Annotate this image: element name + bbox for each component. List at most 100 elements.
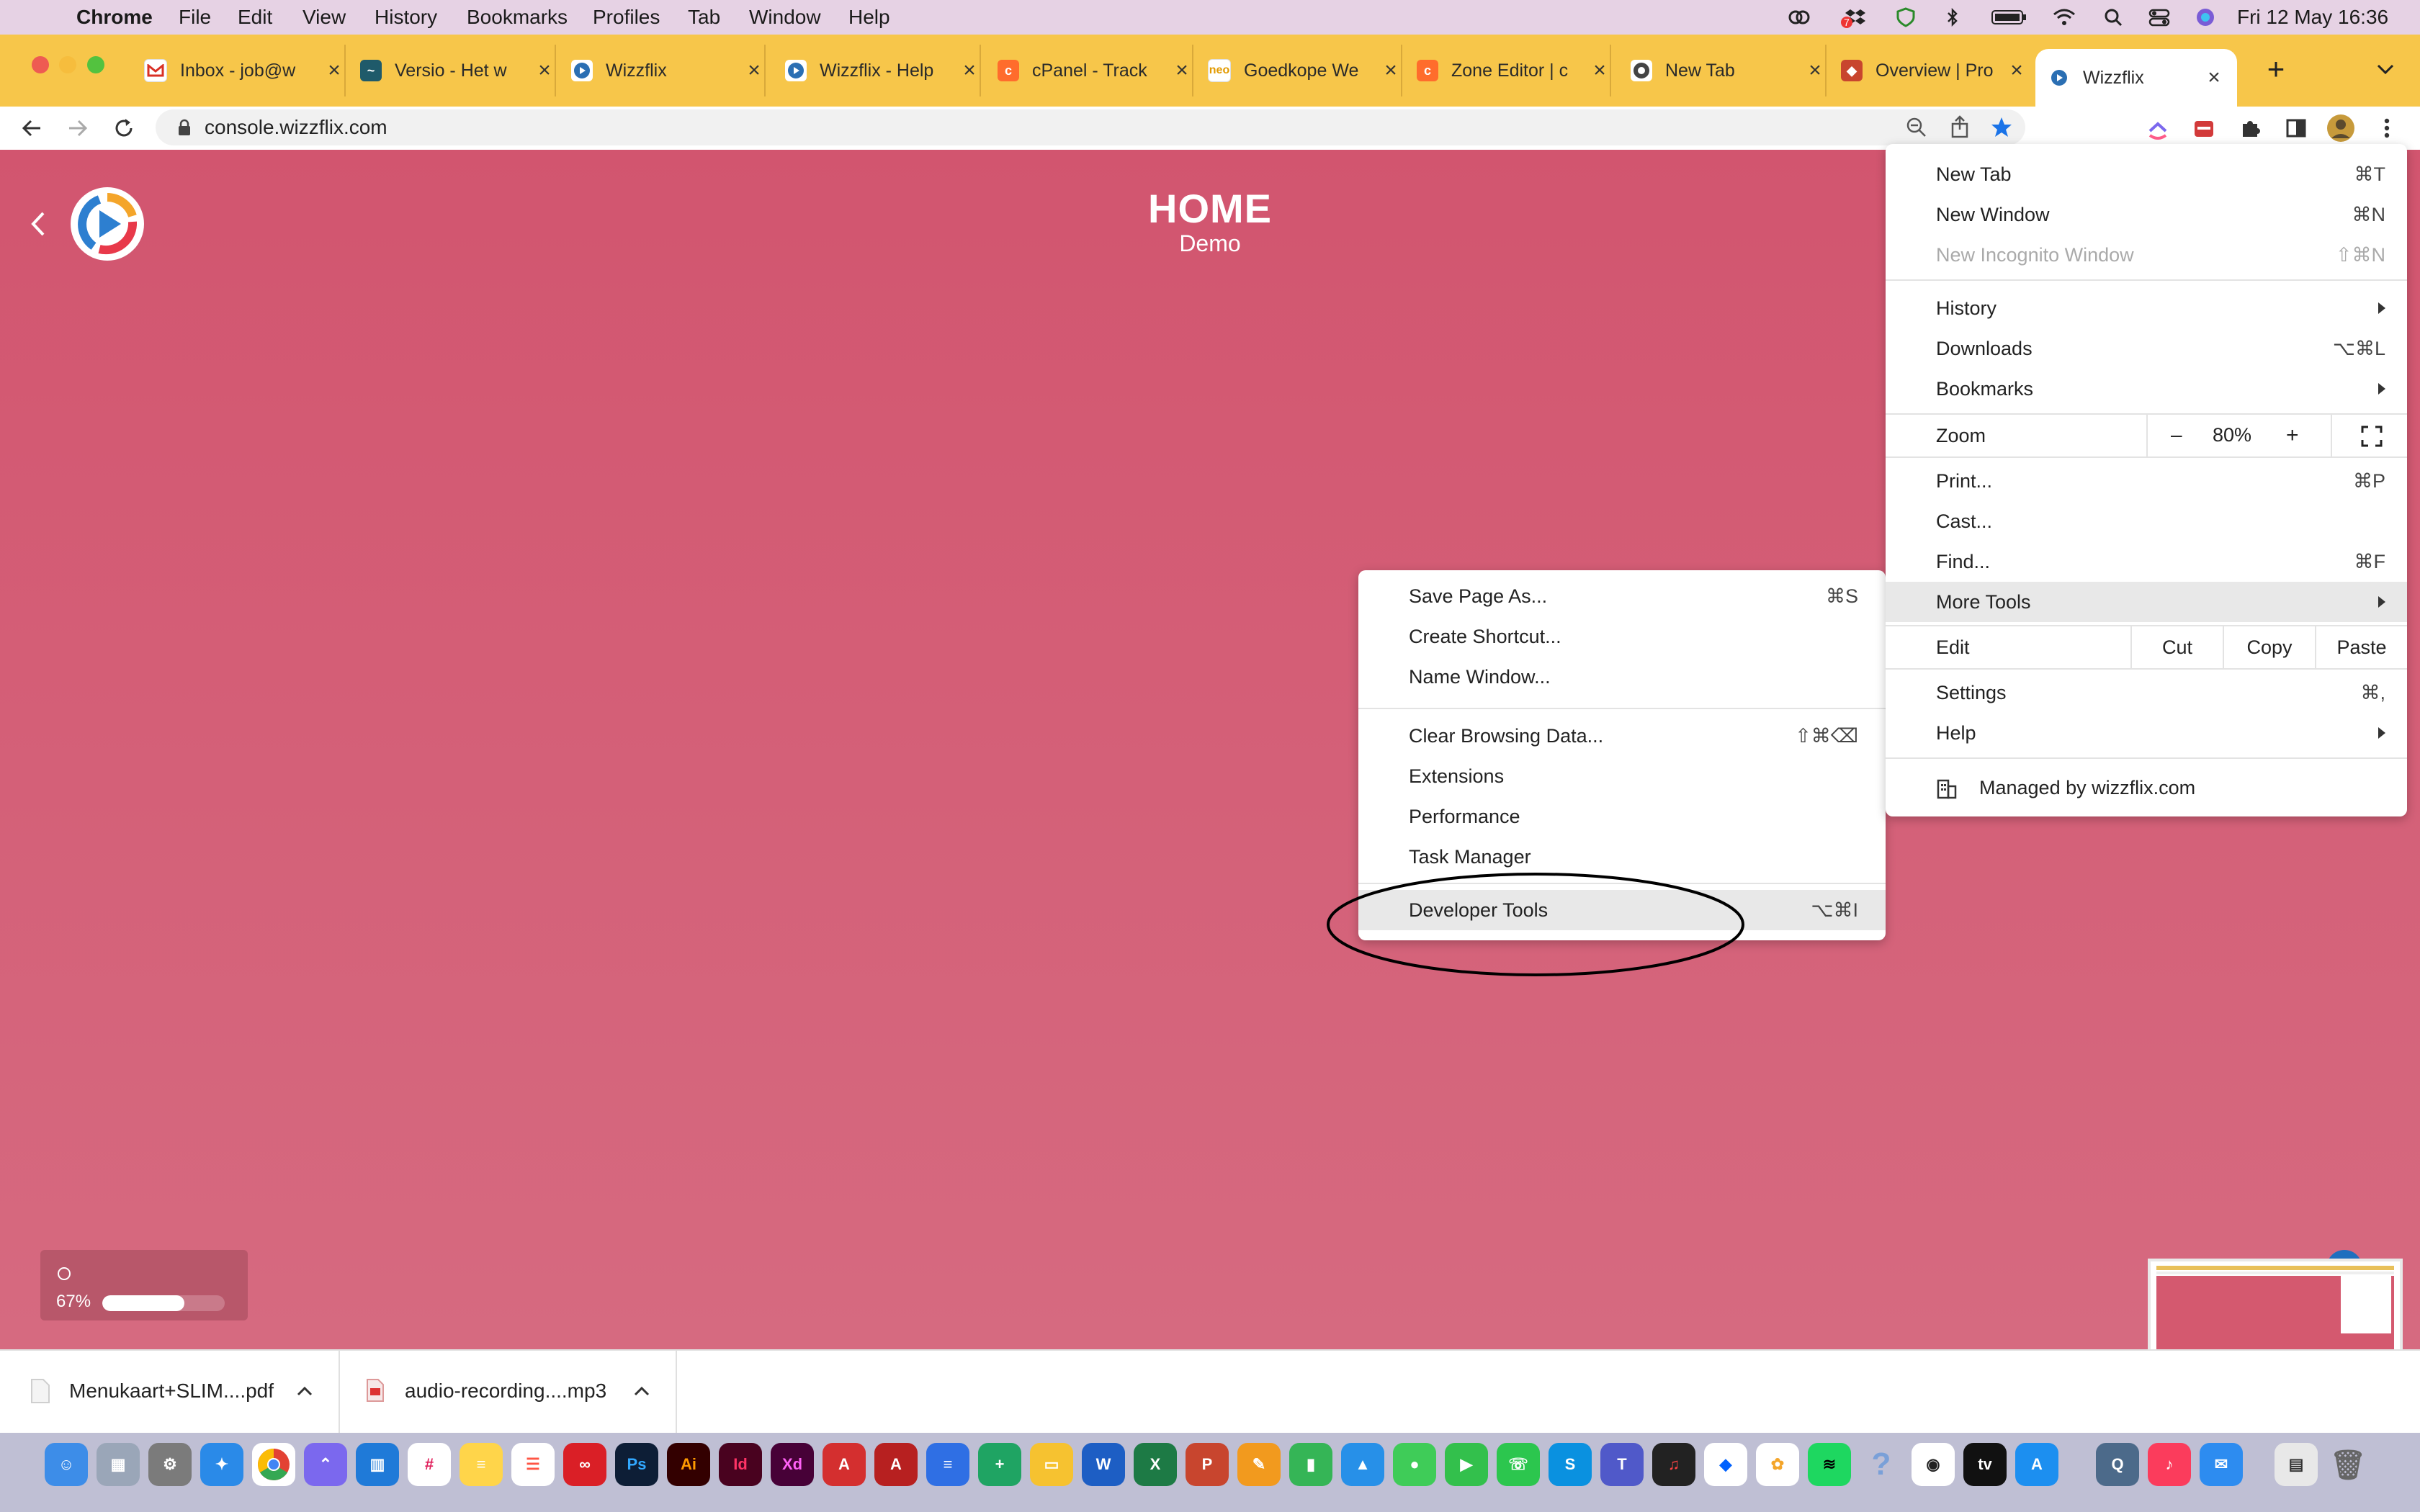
wizzflix-logo[interactable] [71, 187, 144, 261]
system-settings-icon[interactable]: ⚙ [148, 1443, 192, 1486]
battery-icon[interactable] [1989, 6, 2030, 28]
address-bar[interactable]: console.wizzflix.com [156, 109, 2025, 145]
tab-close-icon[interactable]: × [2204, 66, 2224, 90]
menu-help[interactable]: Help [848, 6, 890, 29]
downloads-stack-icon[interactable]: ▤ [2275, 1443, 2318, 1486]
menu-item-history[interactable]: History [1886, 288, 2407, 328]
slack-icon[interactable]: # [408, 1443, 451, 1486]
reminders-icon[interactable]: ☰ [511, 1443, 555, 1486]
spotlight-search-icon[interactable] [2102, 6, 2125, 28]
menu-item-bookmarks[interactable]: Bookmarks [1886, 369, 2407, 409]
download-item-mp3[interactable]: audio-recording....mp3 [340, 1351, 677, 1434]
launchpad-icon[interactable]: ▦ [97, 1443, 140, 1486]
indesign-icon[interactable]: Id [719, 1443, 762, 1486]
tab-close-icon[interactable]: × [1381, 58, 1401, 83]
menu-item-managed-by[interactable]: Managed by wizzflix.com [1886, 768, 2407, 808]
menu-file[interactable]: File [179, 6, 211, 29]
tab-goedkope[interactable]: neo Goedkope We × [1208, 45, 1402, 96]
new-tab-plus-icon[interactable]: + [2260, 53, 2292, 85]
clock-datetime[interactable]: Fri 12 May 16:36 [2237, 6, 2388, 29]
zoom-magnifier-icon[interactable] [1906, 117, 1927, 138]
tab-zone-editor[interactable]: c Zone Editor | c × [1417, 45, 1611, 96]
quicktime-icon[interactable]: Q [2096, 1443, 2139, 1486]
download-item-pdf[interactable]: Menukaart+SLIM....pdf [0, 1351, 340, 1434]
word-icon[interactable]: W [1082, 1443, 1125, 1486]
tab-overview[interactable]: ◆ Overview | Pro × [1841, 45, 2027, 96]
keynote-icon[interactable]: ▲ [1341, 1443, 1384, 1486]
trash-icon[interactable]: 🗑 [2326, 1443, 2370, 1486]
finder-icon[interactable]: ☺ [45, 1443, 88, 1486]
menu-window[interactable]: Window [749, 6, 821, 29]
xd-icon[interactable]: Xd [771, 1443, 814, 1486]
menu-edit[interactable]: Edit [238, 6, 272, 29]
preview-icon[interactable]: ◉ [1912, 1443, 1955, 1486]
extension-clickup-icon[interactable] [2141, 111, 2175, 145]
profile-avatar[interactable] [2323, 111, 2358, 145]
url-text[interactable]: console.wizzflix.com [205, 116, 387, 139]
menu-view[interactable]: View [302, 6, 346, 29]
edit-copy-button[interactable]: Copy [2224, 626, 2315, 668]
tab-search-chevron-icon[interactable] [2371, 55, 2400, 84]
pages-icon[interactable]: ✎ [1237, 1443, 1281, 1486]
lock-icon[interactable] [177, 119, 192, 136]
voice-memos-icon[interactable]: ♫ [1652, 1443, 1695, 1486]
acrobat-reader-icon[interactable]: A [874, 1443, 918, 1486]
safari-icon[interactable]: ✦ [200, 1443, 243, 1486]
dropbox-dock-icon[interactable]: ◆ [1704, 1443, 1747, 1486]
menu-item-new-window[interactable]: New Window ⌘N [1886, 194, 2407, 235]
creative-cloud-dock-icon[interactable]: ∞ [563, 1443, 606, 1486]
tab-close-icon[interactable]: × [1805, 58, 1825, 83]
music-icon[interactable]: ♪ [2148, 1443, 2191, 1486]
menu-item-new-tab[interactable]: New Tab ⌘T [1886, 154, 2407, 194]
extension-red-icon[interactable] [2187, 111, 2221, 145]
bluetooth-icon[interactable] [1941, 6, 1964, 28]
tab-close-icon[interactable]: × [1590, 58, 1610, 83]
edit-cut-button[interactable]: Cut [2132, 626, 2223, 668]
extensions-puzzle-icon[interactable] [2233, 111, 2267, 145]
facetime-icon[interactable]: ▶ [1445, 1443, 1488, 1486]
menu-item-settings[interactable]: Settings ⌘, [1886, 672, 2407, 713]
help-question-icon[interactable]: ? [1860, 1443, 1903, 1486]
google-sheets-icon[interactable]: + [978, 1443, 1021, 1486]
forward-arrow-icon[interactable] [60, 111, 95, 145]
tab-close-icon[interactable]: × [1172, 58, 1192, 83]
chrome-dock-icon[interactable] [252, 1443, 295, 1486]
powerpoint-icon[interactable]: P [1186, 1443, 1229, 1486]
apple-tv-icon[interactable]: tv [1963, 1443, 2007, 1486]
messages-icon[interactable]: ● [1393, 1443, 1436, 1486]
edit-paste-button[interactable]: Paste [2316, 626, 2407, 668]
window-minimize-button[interactable] [59, 56, 76, 73]
google-slides-icon[interactable]: ▭ [1030, 1443, 1073, 1486]
notes-icon[interactable]: ≡ [460, 1443, 503, 1486]
tab-inbox[interactable]: Inbox - job@w × [144, 45, 346, 96]
dropbox-icon[interactable]: 7 [1841, 6, 1867, 28]
excel-icon[interactable]: X [1134, 1443, 1177, 1486]
side-panel-icon[interactable] [2279, 111, 2313, 145]
numbers-icon[interactable]: ▮ [1289, 1443, 1332, 1486]
tab-close-icon[interactable]: × [744, 58, 764, 83]
acrobat-icon[interactable]: A [823, 1443, 866, 1486]
skype-icon[interactable]: S [1549, 1443, 1592, 1486]
menu-item-create-shortcut[interactable]: Create Shortcut... [1358, 616, 1886, 657]
siri-icon[interactable] [2194, 6, 2217, 28]
share-icon[interactable] [1949, 115, 1971, 138]
chevron-up-icon[interactable] [294, 1381, 315, 1403]
menu-item-downloads[interactable]: Downloads ⌥⌘L [1886, 328, 2407, 369]
menu-item-help[interactable]: Help [1886, 713, 2407, 753]
zoom-in-button[interactable]: + [2286, 423, 2299, 448]
menu-item-cast[interactable]: Cast... [1886, 501, 2407, 541]
menu-bookmarks[interactable]: Bookmarks [467, 6, 568, 29]
menu-item-find[interactable]: Find... ⌘F [1886, 541, 2407, 582]
tab-new-tab[interactable]: New Tab × [1631, 45, 1827, 96]
menu-item-performance[interactable]: Performance [1358, 796, 1886, 837]
menu-tab[interactable]: Tab [688, 6, 720, 29]
chevron-up-icon[interactable] [631, 1381, 653, 1403]
tab-wizzflix-active[interactable]: Wizzflix × [2035, 49, 2237, 107]
app-store-icon[interactable]: A [2015, 1443, 2058, 1486]
menu-item-extensions[interactable]: Extensions [1358, 756, 1886, 796]
illustrator-icon[interactable]: Ai [667, 1443, 710, 1486]
tab-versio[interactable]: ~ Versio - Het w × [360, 45, 556, 96]
creative-cloud-icon[interactable] [1788, 6, 1811, 28]
zoom-out-button[interactable]: – [2171, 423, 2182, 446]
control-center-icon[interactable] [2148, 6, 2171, 28]
